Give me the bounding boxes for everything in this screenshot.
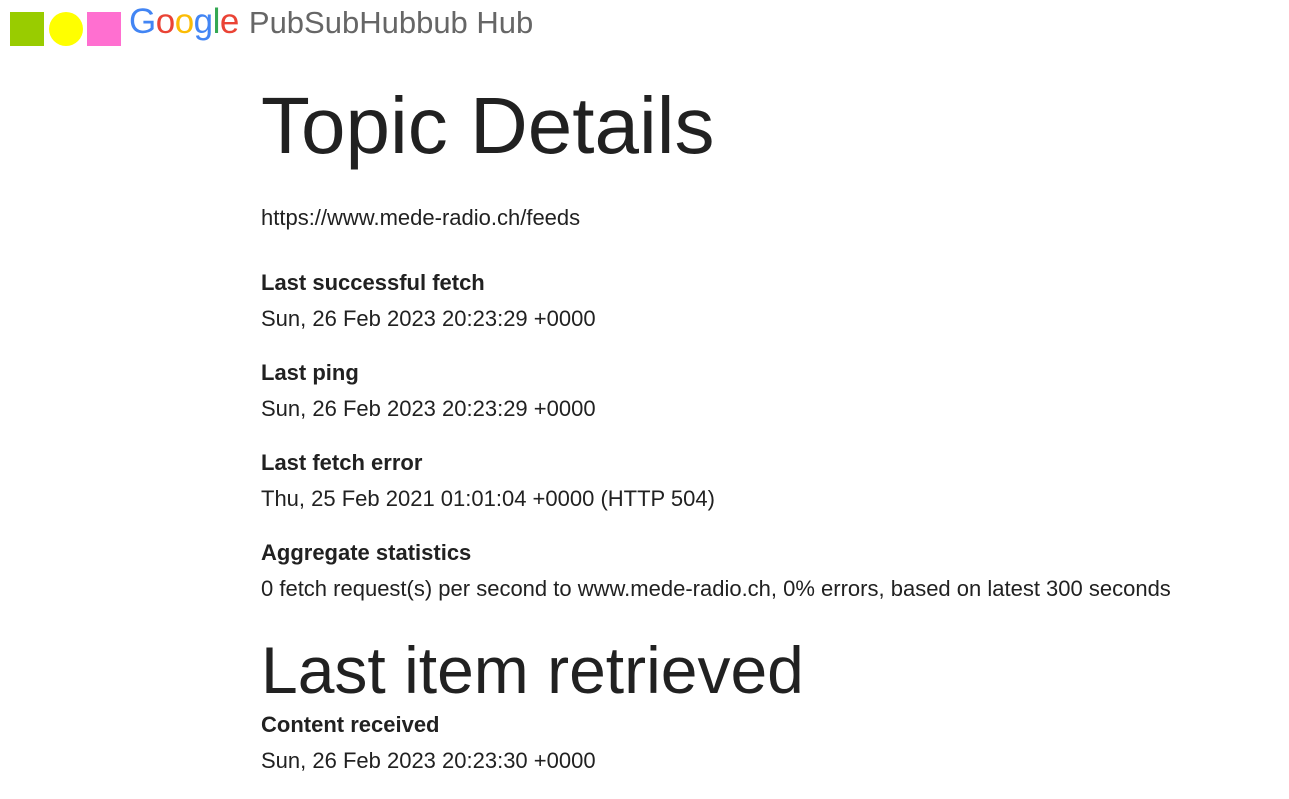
field-label: Aggregate statistics	[261, 540, 472, 565]
field-value: Sun, 26 Feb 2023 20:23:29 +0000	[261, 396, 596, 421]
header: Google PubSubHubbub Hub	[10, 0, 533, 50]
field-last-ping: Last ping Sun, 26 Feb 2023 20:23:29 +000…	[261, 358, 1281, 424]
field-content-received: Content received Sun, 26 Feb 2023 20:23:…	[261, 710, 1281, 776]
topic-url: https://www.mede-radio.ch/feeds	[261, 205, 581, 230]
field-label: Last successful fetch	[261, 270, 485, 295]
field-label: Last ping	[261, 360, 359, 385]
yellow-circle-icon	[49, 12, 83, 46]
logo-shapes	[10, 12, 121, 46]
field-label: Content received	[261, 712, 440, 737]
pink-square-icon	[87, 12, 121, 46]
main-content: Topic Details https://www.mede-radio.ch/…	[261, 78, 1281, 776]
field-value: Thu, 25 Feb 2021 01:01:04 +0000 (HTTP 50…	[261, 486, 715, 511]
section-title-last-item: Last item retrieved	[261, 633, 804, 707]
field-aggregate-statistics: Aggregate statistics 0 fetch request(s) …	[261, 538, 1281, 604]
field-last-fetch-error: Last fetch error Thu, 25 Feb 2021 01:01:…	[261, 448, 1281, 514]
google-logo: Google	[129, 2, 239, 41]
page-title: Topic Details	[261, 81, 715, 170]
field-label: Last fetch error	[261, 450, 423, 475]
field-value: Sun, 26 Feb 2023 20:23:29 +0000	[261, 306, 596, 331]
app-title: PubSubHubbub Hub	[248, 5, 534, 40]
field-value: Sun, 26 Feb 2023 20:23:30 +0000	[261, 748, 596, 773]
field-last-successful-fetch: Last successful fetch Sun, 26 Feb 2023 2…	[261, 268, 1281, 334]
green-square-icon	[10, 12, 44, 46]
field-value: 0 fetch request(s) per second to www.med…	[261, 576, 1171, 601]
